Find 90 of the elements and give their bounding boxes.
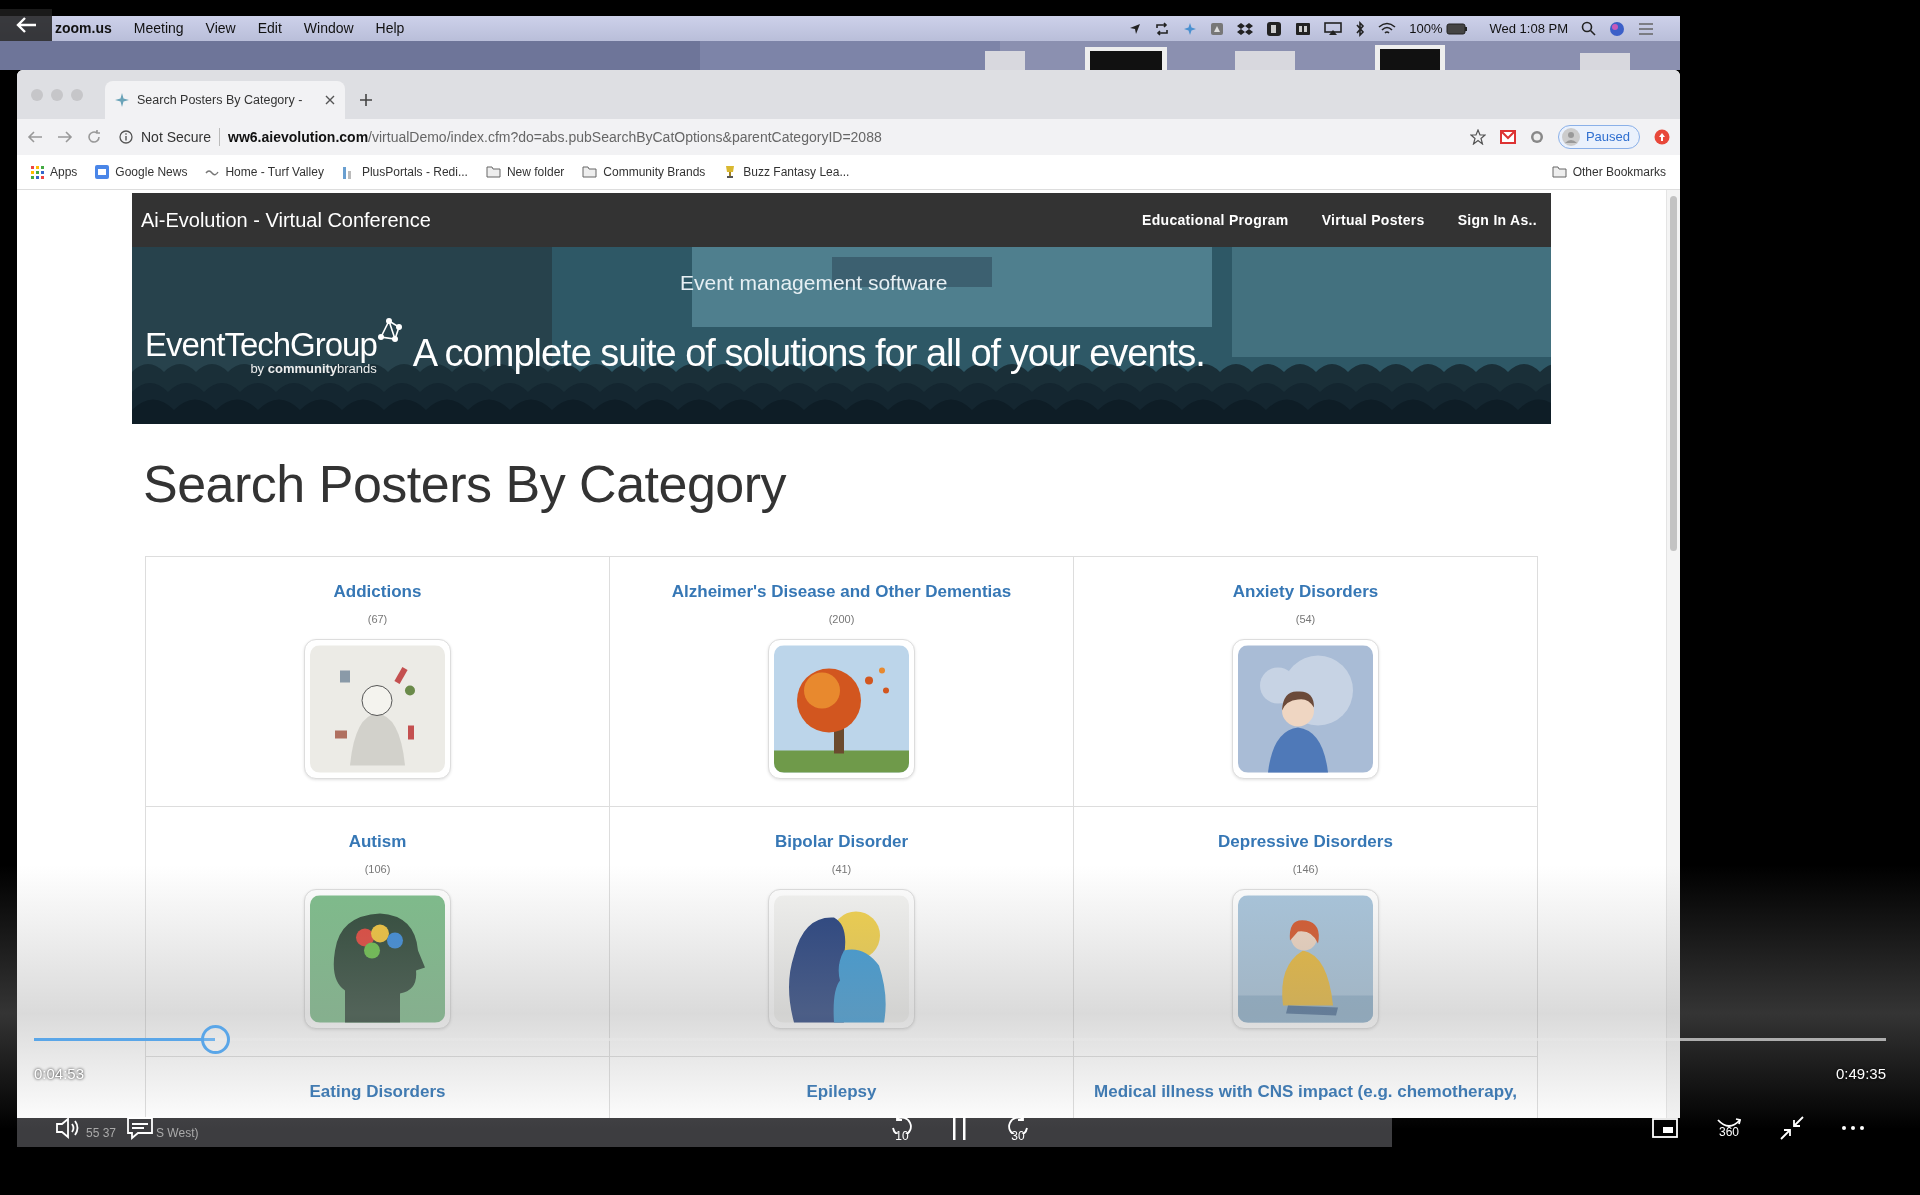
rewind-button[interactable]: 10 <box>889 1114 915 1142</box>
plus-icon[interactable] <box>359 93 373 107</box>
category-link[interactable]: Eating Disorders <box>309 1079 446 1105</box>
menu-item[interactable]: Window <box>303 18 354 39</box>
mail-icon[interactable] <box>1499 130 1516 144</box>
reload-icon[interactable] <box>87 130 101 144</box>
url-text: ww6.aievolution.com/virtualDemo/index.cfm?do=abs.pubSearchByCatOptions&parentCategoryID=2088 <box>228 127 882 147</box>
poster-count: (200) <box>828 611 855 627</box>
apps-grid-icon <box>31 165 44 179</box>
search-icon[interactable] <box>1581 21 1596 36</box>
close-icon[interactable] <box>325 95 335 105</box>
folder-icon <box>582 166 598 178</box>
page-heading: Search Posters By Category <box>143 454 788 515</box>
category-link[interactable]: Depressive Disorders <box>1218 829 1393 855</box>
wifi-icon[interactable] <box>1378 21 1397 36</box>
site-brand[interactable]: Ai-Evolution - Virtual Conference <box>141 205 431 235</box>
bookmark-item[interactable]: Apps <box>31 163 78 181</box>
nav-link[interactable]: Virtual Posters <box>1321 209 1425 231</box>
browser-tab[interactable]: Search Posters By Category - <box>105 81 345 119</box>
collapse-button[interactable] <box>1779 1115 1805 1141</box>
bookmark-item[interactable]: Community Brands <box>582 163 706 181</box>
category-link[interactable]: Alzheimer's Disease and Other Dementias <box>671 579 1012 605</box>
bookmark-item[interactable]: Google News <box>95 163 188 181</box>
menu-item[interactable]: View <box>205 18 236 39</box>
category-link[interactable]: Addictions <box>333 579 422 605</box>
bookmark-item[interactable]: Other Bookmarks <box>1551 163 1666 181</box>
total-time: 0:49:35 <box>1835 1064 1886 1083</box>
address-bar[interactable]: Not Secure ww6.aievolution.com/virtualDemo/index.cfm?do=abs.pubSearchByCatOptions&parentCategoryID=2088 <box>115 123 1486 151</box>
folder-icon <box>485 166 501 178</box>
location-arrow-icon[interactable] <box>1129 22 1142 35</box>
banner-tagline: Event management software <box>679 270 948 296</box>
poster-count: (41) <box>831 861 852 877</box>
progress-thumb[interactable] <box>201 1025 231 1054</box>
category-link[interactable]: Autism <box>348 829 407 855</box>
scrollbar-thumb[interactable] <box>1670 196 1677 551</box>
folder-icon <box>1551 166 1567 178</box>
back-button[interactable] <box>0 9 52 41</box>
sync-icon[interactable] <box>1154 20 1171 37</box>
bookmark-item[interactable]: Buzz Fantasy Lea... <box>723 163 850 181</box>
news-icon <box>95 165 110 179</box>
network-icon <box>376 316 403 343</box>
bookmark-item[interactable]: New folder <box>485 163 565 181</box>
back-arrow-icon <box>15 16 37 34</box>
category-link[interactable]: Anxiety Disorders <box>1232 579 1379 605</box>
view-360-button[interactable]: 360 <box>1715 1118 1743 1138</box>
list-icon[interactable] <box>1638 21 1654 36</box>
captions-button[interactable] <box>126 1116 154 1140</box>
poster-count: (106) <box>364 861 391 877</box>
avatar-icon <box>1561 128 1580 146</box>
nav-link[interactable]: Educational Program <box>1142 209 1289 231</box>
app-icon[interactable] <box>1266 20 1283 37</box>
bookmark-item[interactable]: PlusPortals - Redi... <box>341 163 468 181</box>
battery-icon[interactable] <box>1446 22 1469 35</box>
logo-text: EventTechGroup <box>145 327 377 361</box>
screen-mirror-icon[interactable] <box>1324 21 1343 36</box>
bookmark-item[interactable]: Home - Turf Valley <box>205 163 324 181</box>
poster-count: (54) <box>1295 611 1316 627</box>
elapsed-time: 0:04:53 <box>34 1064 85 1083</box>
tab-title: Search Posters By Category - <box>137 91 304 109</box>
menu-item[interactable]: Meeting <box>133 18 184 39</box>
nav-link[interactable]: Sign In As.. <box>1457 209 1537 231</box>
menu-item[interactable]: Help <box>375 18 405 39</box>
poster-count: (146) <box>1292 861 1319 877</box>
bluetooth-icon[interactable] <box>1355 20 1366 37</box>
profile-button[interactable]: Paused <box>1557 125 1640 149</box>
category-link[interactable]: Bipolar Disorder <box>774 829 909 855</box>
forward-button[interactable]: 30 <box>1005 1114 1031 1142</box>
forward-arrow-icon[interactable] <box>57 130 73 144</box>
battery-percent: 100% <box>1409 19 1443 38</box>
category-link[interactable]: Medical illness with CNS impact (e.g. chemotherapy, <box>1094 1079 1517 1105</box>
background-text: 55 37 <box>86 1124 117 1142</box>
background-text: S West) <box>156 1124 199 1142</box>
menu-clock[interactable]: Wed 1:08 PM <box>1489 18 1568 39</box>
security-label: Not Secure <box>141 127 212 147</box>
app-menu[interactable]: zoom.us <box>55 18 112 39</box>
star-icon[interactable] <box>1469 129 1486 145</box>
miniplayer-button[interactable] <box>1651 1117 1679 1139</box>
more-button[interactable] <box>1841 1125 1865 1131</box>
app-icon[interactable] <box>1295 21 1312 36</box>
more-icon <box>1841 1125 1865 1131</box>
wave-icon <box>205 167 220 177</box>
poster-count: (67) <box>367 611 388 627</box>
sparkle-icon <box>115 93 129 107</box>
category-link[interactable]: Epilepsy <box>806 1079 877 1105</box>
banner-headline: A complete suite of solutions for all of your events. <box>412 330 1205 376</box>
back-arrow-icon[interactable] <box>27 130 43 144</box>
info-icon <box>119 130 133 144</box>
menu-item[interactable]: Edit <box>257 18 282 39</box>
update-icon[interactable] <box>1654 129 1670 145</box>
collapse-icon <box>1779 1115 1805 1141</box>
